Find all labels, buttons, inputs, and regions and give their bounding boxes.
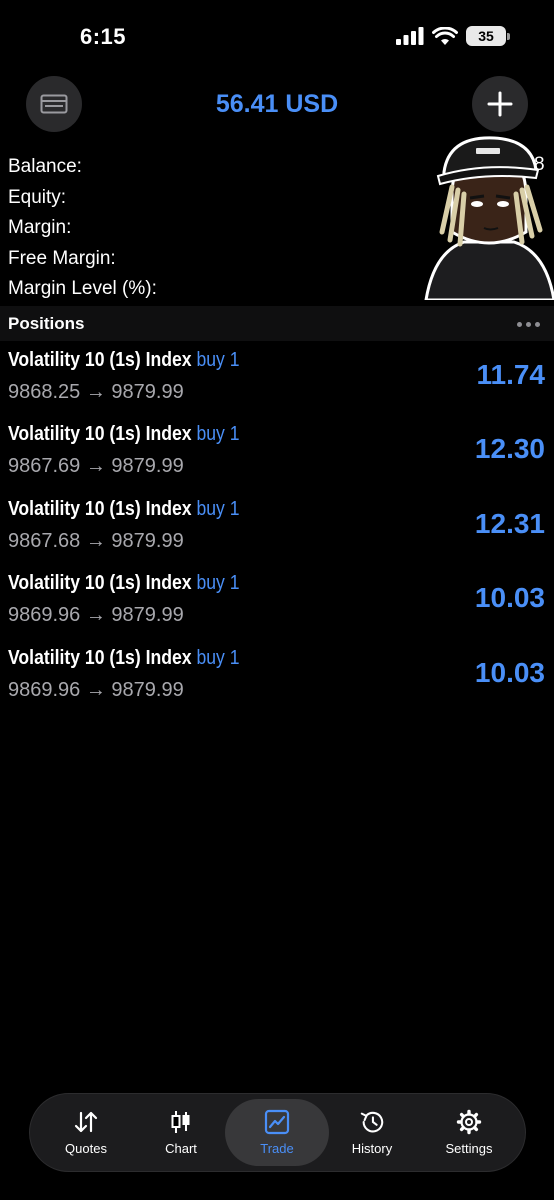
quotes-icon	[73, 1109, 99, 1135]
current-price: 9879.99	[111, 381, 184, 403]
position-direction: buy 1	[196, 498, 240, 520]
equity-label: Equity:	[8, 186, 67, 208]
battery-indicator: 35	[466, 26, 510, 46]
position-symbol: Volatility 10 (1s) Index	[8, 349, 192, 371]
position-direction: buy 1	[196, 423, 240, 445]
current-price: 9879.99	[111, 530, 184, 552]
plus-icon	[487, 91, 513, 117]
margin-label: Margin:	[8, 217, 72, 238]
position-profit: 12.31	[474, 508, 545, 539]
current-price: 9879.99	[111, 455, 184, 477]
more-options-icon[interactable]	[517, 322, 540, 327]
trade-icon	[264, 1109, 290, 1135]
position-symbol: Volatility 10 (1s) Index	[8, 423, 192, 445]
tab-chart-label: Chart	[165, 1141, 197, 1156]
position-title: Volatility 10 (1s) Index buy 1	[8, 423, 240, 446]
tab-quotes-label: Quotes	[65, 1141, 107, 1156]
position-row[interactable]: Volatility 10 (1s) Index buy 1 9868.25 →…	[0, 341, 554, 415]
tab-history-label: History	[351, 1141, 393, 1156]
top-bar: 56.41 USD	[0, 76, 554, 134]
open-price: 9867.68	[8, 530, 81, 552]
position-prices: 9869.96 → 9879.99	[8, 679, 184, 702]
tab-history[interactable]: History	[324, 1094, 420, 1171]
position-direction: buy 1	[196, 647, 240, 669]
tab-settings-label: Settings	[445, 1141, 493, 1156]
tab-settings[interactable]: Settings	[421, 1094, 517, 1171]
position-symbol: Volatility 10 (1s) Index	[8, 647, 192, 669]
position-title: Volatility 10 (1s) Index buy 1	[8, 498, 240, 521]
position-prices: 9868.25 → 9879.99	[8, 381, 184, 404]
status-time: 6:15	[80, 24, 127, 49]
wifi-icon	[432, 26, 458, 45]
open-price: 9869.96	[8, 679, 81, 701]
account-summary: Balance: Equity: Margin: Free Margin: Ma…	[8, 152, 157, 305]
arrow: →	[85, 381, 106, 403]
position-title: Volatility 10 (1s) Index buy 1	[8, 349, 240, 372]
position-title: Volatility 10 (1s) Index buy 1	[8, 572, 240, 595]
current-price: 9879.99	[111, 604, 184, 626]
cartoon-avatar-sticker	[424, 136, 554, 300]
arrow: →	[85, 530, 106, 552]
position-prices: 9869.96 → 9879.99	[8, 604, 184, 627]
position-row[interactable]: Volatility 10 (1s) Index buy 1 9869.96 →…	[0, 639, 554, 713]
position-symbol: Volatility 10 (1s) Index	[8, 572, 192, 594]
position-profit: 10.03	[474, 582, 545, 613]
open-price: 9868.25	[8, 381, 81, 403]
status-bar: 6:15 35	[0, 0, 554, 70]
balance-label: Balance:	[8, 156, 82, 177]
position-prices: 9867.69 → 9879.99	[8, 455, 184, 478]
position-title: Volatility 10 (1s) Index buy 1	[8, 647, 240, 670]
position-direction: buy 1	[196, 572, 240, 594]
tab-trade[interactable]: Trade	[225, 1099, 329, 1166]
account-balance-title: 56.41 USD	[215, 90, 339, 118]
current-price: 9879.99	[111, 679, 184, 701]
position-direction: buy 1	[196, 349, 240, 371]
margin-level-label: Margin Level (%):	[8, 278, 157, 299]
positions-label: Positions	[8, 314, 85, 333]
tab-trade-label: Trade	[260, 1141, 294, 1156]
arrow: →	[85, 679, 106, 701]
positions-header: Positions	[0, 306, 554, 341]
settings-icon	[456, 1109, 482, 1135]
position-profit: 11.74	[476, 359, 545, 390]
bottom-tab-bar: Quotes Chart Trade History Settings	[29, 1093, 526, 1172]
open-price: 9869.96	[8, 604, 81, 626]
position-profit: 12.30	[474, 433, 545, 464]
position-row[interactable]: Volatility 10 (1s) Index buy 1 9867.68 →…	[0, 490, 554, 564]
history-icon	[359, 1109, 385, 1135]
chart-icon	[168, 1109, 194, 1135]
position-profit: 10.03	[474, 657, 545, 688]
position-row[interactable]: Volatility 10 (1s) Index buy 1 9867.69 →…	[0, 415, 554, 489]
position-prices: 9867.68 → 9879.99	[8, 530, 184, 553]
new-order-button[interactable]	[472, 76, 528, 132]
free-margin-label: Free Margin:	[8, 247, 116, 269]
position-symbol: Volatility 10 (1s) Index	[8, 498, 192, 520]
tab-quotes[interactable]: Quotes	[38, 1094, 134, 1171]
cellular-signal-icon	[396, 27, 424, 45]
tab-chart[interactable]: Chart	[133, 1094, 229, 1171]
position-row[interactable]: Volatility 10 (1s) Index buy 1 9869.96 →…	[0, 564, 554, 638]
arrow: →	[85, 604, 106, 626]
status-icons: 35	[396, 26, 510, 46]
arrow: →	[85, 455, 106, 477]
open-price: 9867.69	[8, 455, 81, 477]
